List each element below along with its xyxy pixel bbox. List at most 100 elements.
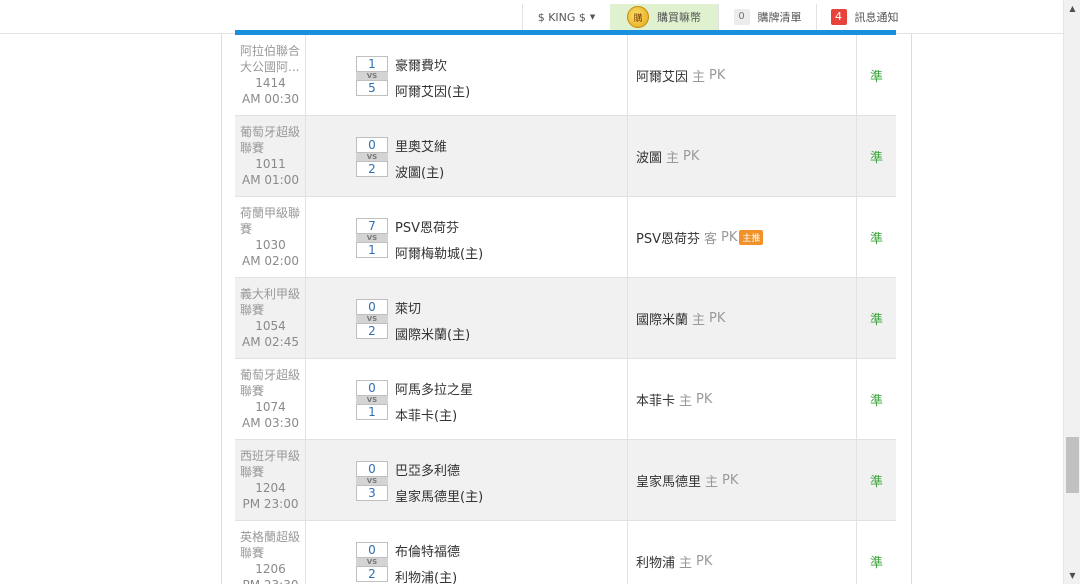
away-team-name: 里奧艾維 [395,140,448,155]
home-team-name: 阿爾艾因(主) [395,85,471,100]
pick-type: PK [722,472,739,488]
table-row: 阿拉伯聯合大公國阿... 1414 AM 00:30 1 VS 5 豪爾費坎 阿… [235,35,896,116]
away-team-name: PSV恩荷芬 [395,221,459,236]
scoreboard: 0 VS 1 [356,380,388,420]
home-score: 2 [356,161,388,177]
scoreboard: 0 VS 2 [356,137,388,177]
pick-type: PK [683,148,700,164]
vs-label: VS [356,153,388,161]
pick-team: 本菲卡 [636,393,676,409]
league-name: 義大利甲級聯賽 [240,287,301,317]
scrollbar-thumb[interactable] [1066,436,1079,493]
league-name: 西班牙甲級聯賽 [240,449,301,479]
pick-team: 利物浦 [636,555,676,571]
league-name: 葡萄牙超級聯賽 [240,125,301,155]
league-cell: 葡萄牙超級聯賽 1011 AM 01:00 [235,116,306,196]
home-score: 2 [356,566,388,582]
away-score: 7 [356,218,388,234]
scoreboard: 0 VS 3 [356,461,388,501]
match-cell: 0 VS 1 阿馬多拉之星 本菲卡(主) [306,359,628,439]
league-cell: 葡萄牙超級聯賽 1074 AM 03:30 [235,359,306,439]
home-score: 1 [356,404,388,420]
pick-type: PK [709,310,726,326]
content-frame-left-border [221,34,222,584]
vertical-scrollbar[interactable]: ▲ ▼ [1063,0,1080,584]
away-team-name: 萊切 [395,302,422,317]
pick-type: PK [696,553,713,569]
match-time: AM 00:30 [242,92,299,106]
table-row: 英格蘭超級聯賽 1206 PM 23:30 0 VS 2 布倫特福德 利物浦(主… [235,521,896,584]
match-cell: 7 VS 1 PSV恩荷芬 阿爾梅勒城(主) [306,197,628,277]
result-cell: 準 [869,555,883,571]
match-time: AM 02:45 [242,335,299,349]
away-team-name: 阿馬多拉之星 [395,383,474,398]
pick-team: PSV恩荷芬 [636,231,700,247]
table-row: 西班牙甲級聯賽 1204 PM 23:00 0 VS 3 巴亞多利德 皇家馬德里… [235,440,896,521]
match-number: 1414 [255,76,286,90]
scroll-down-arrow-icon[interactable]: ▼ [1064,567,1080,584]
user-menu[interactable]: $ KING $ ▼ [522,4,610,30]
table-row: 葡萄牙超級聯賽 1074 AM 03:30 0 VS 1 阿馬多拉之星 本菲卡(… [235,359,896,440]
pick-cell: 阿爾艾因 主 PK [628,35,857,115]
vs-label: VS [356,396,388,404]
match-number: 1206 [255,562,286,576]
home-score: 2 [356,323,388,339]
vs-label: VS [356,315,388,323]
pick-side: 主 [679,555,693,571]
home-team-name: 利物浦(主) [395,571,458,584]
home-score: 5 [356,80,388,96]
match-time: PM 23:30 [240,577,301,584]
buy-coins-label: 購買嘛幣 [657,11,701,24]
away-score: 0 [356,299,388,315]
match-cell: 0 VS 2 萊切 國際米蘭(主) [306,278,628,358]
pick-cell: PSV恩荷芬 客 PK 主推 [628,197,857,277]
match-time: AM 02:00 [242,254,299,268]
home-team-name: 皇家馬德里(主) [395,490,484,505]
away-score: 0 [356,542,388,558]
match-number: 1074 [255,400,286,414]
vs-label: VS [356,234,388,242]
league-cell: 荷蘭甲級聯賽 1030 AM 02:00 [235,197,306,277]
league-name: 荷蘭甲級聯賽 [240,206,301,236]
result-cell: 準 [869,69,883,85]
coin-icon: 購 [627,6,649,28]
away-score: 0 [356,461,388,477]
featured-pick-badge: 主推 [739,229,764,245]
result-cell: 準 [869,312,883,328]
league-name: 英格蘭超級聯賽 [240,530,301,560]
cart-count-badge: 0 [733,9,750,25]
top-navigation-bar: $ KING $ ▼ 購 購買嘛幣 0 購牌清單 4 訊息通知 [0,0,1063,34]
scoreboard: 0 VS 2 [356,542,388,582]
match-time: AM 01:00 [242,173,299,187]
user-name: $ KING $ [537,10,586,24]
league-cell: 義大利甲級聯賽 1054 AM 02:45 [235,278,306,358]
result-cell: 準 [869,150,883,166]
notifications-button[interactable]: 4 訊息通知 [816,4,912,30]
chevron-down-icon: ▼ [589,13,596,21]
match-time: AM 03:30 [242,416,299,430]
vs-label: VS [356,477,388,485]
away-score: 1 [356,56,388,72]
pick-type: PK [721,229,738,245]
league-name: 葡萄牙超級聯賽 [240,368,301,398]
buy-coins-button[interactable]: 購 購買嘛幣 [610,4,718,30]
match-cell: 0 VS 2 里奧艾維 波圖(主) [306,116,628,196]
pick-side: 主 [692,312,706,328]
scroll-up-arrow-icon[interactable]: ▲ [1064,0,1080,17]
home-team-name: 國際米蘭(主) [395,328,471,343]
match-cell: 0 VS 2 布倫特福德 利物浦(主) [306,521,628,584]
scoreboard: 1 VS 5 [356,56,388,96]
table-row: 義大利甲級聯賽 1054 AM 02:45 0 VS 2 萊切 國際米蘭(主) … [235,278,896,359]
match-number: 1054 [255,319,286,333]
purchase-list-button[interactable]: 0 購牌清單 [718,4,816,30]
match-cell: 0 VS 3 巴亞多利德 皇家馬德里(主) [306,440,628,520]
league-cell: 西班牙甲級聯賽 1204 PM 23:00 [235,440,306,520]
pick-type: PK [709,67,726,83]
home-team-name: 本菲卡(主) [395,409,458,424]
match-number: 1204 [255,481,286,495]
away-team-name: 豪爾費坎 [395,59,448,74]
home-score: 1 [356,242,388,258]
table-row: 荷蘭甲級聯賽 1030 AM 02:00 7 VS 1 PSV恩荷芬 阿爾梅勒城… [235,197,896,278]
home-score: 3 [356,485,388,501]
prediction-results-table: 阿拉伯聯合大公國阿... 1414 AM 00:30 1 VS 5 豪爾費坎 阿… [235,30,896,584]
